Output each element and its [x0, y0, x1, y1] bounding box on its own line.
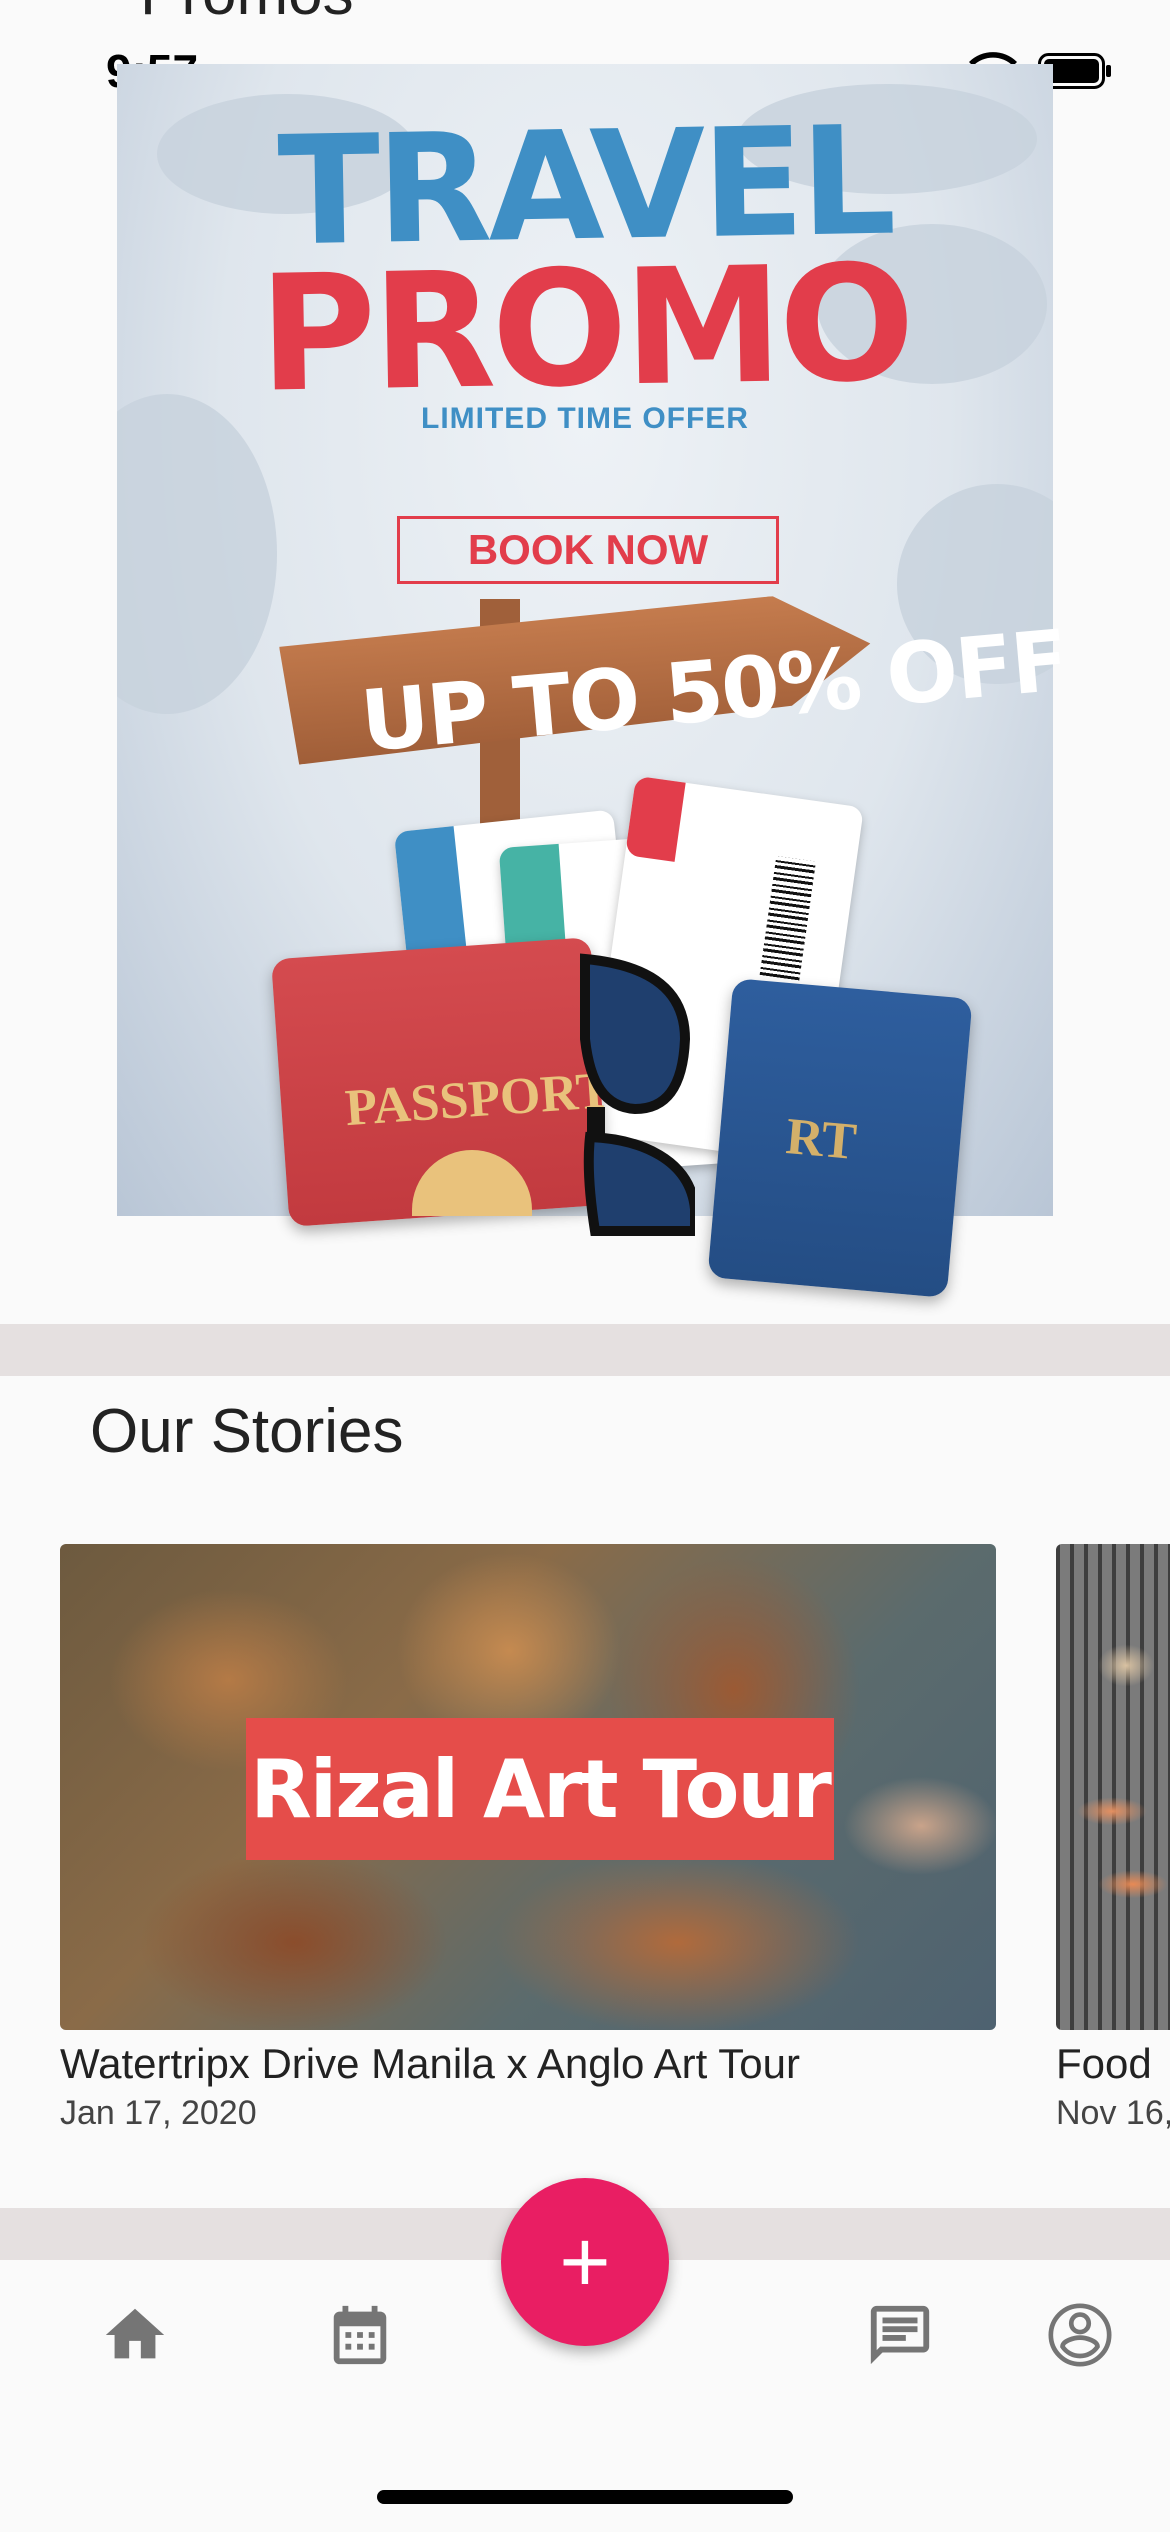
section-divider: [0, 1324, 1170, 1376]
story-overlay-title: Rizal Art Tour: [250, 1742, 832, 1836]
passport-right-label: RT: [783, 1108, 859, 1171]
story-date: Jan 17, 2020: [60, 2094, 257, 2132]
story-card[interactable]: Rizal Art Tour Watertripx Drive Manila x…: [60, 1544, 996, 2133]
account-icon[interactable]: [1045, 2300, 1115, 2370]
plus-icon: +: [559, 2212, 611, 2311]
promo-subtitle: LIMITED TIME OFFER: [421, 402, 749, 435]
calendar-icon[interactable]: [325, 2300, 395, 2370]
story-date: Nov 16,: [1056, 2094, 1170, 2132]
promo-title-promo: PROMO: [257, 229, 913, 428]
chat-icon[interactable]: [865, 2300, 935, 2370]
home-icon[interactable]: [100, 2300, 170, 2370]
promos-section-title: Promos: [140, 0, 354, 29]
story-image[interactable]: [1056, 1544, 1170, 2030]
stories-section-title: Our Stories: [90, 1397, 404, 1466]
add-fab-button[interactable]: +: [501, 2178, 669, 2346]
book-now-button[interactable]: BOOK NOW: [397, 516, 779, 584]
home-indicator[interactable]: [377, 2490, 793, 2504]
app-screen: Promos 9:57 TRAVEL PROMO LIMITED TIME OF…: [0, 0, 1170, 2532]
story-name: Food: [1056, 2040, 1152, 2087]
story-card[interactable]: Food Nov 16,: [1056, 1544, 1170, 2133]
sunglasses-icon: [580, 953, 695, 1236]
story-name: Watertripx Drive Manila x Anglo Art Tour: [60, 2040, 800, 2087]
story-overlay-banner: Rizal Art Tour: [246, 1718, 834, 1860]
story-image[interactable]: Rizal Art Tour: [60, 1544, 996, 2030]
